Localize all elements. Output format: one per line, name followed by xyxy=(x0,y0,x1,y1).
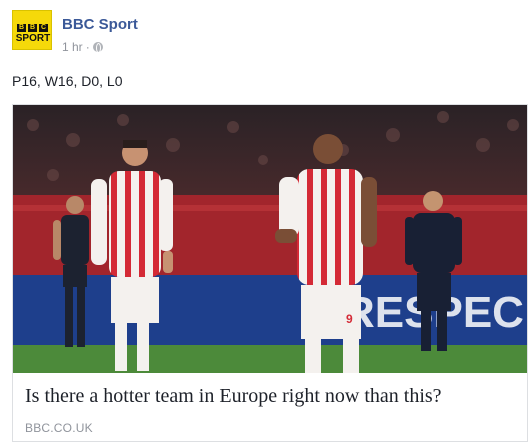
link-preview-image[interactable]: RESPEC 9 xyxy=(13,105,527,373)
football-photo: RESPEC 9 xyxy=(13,105,527,373)
link-preview-title[interactable]: Is there a hotter team in Europe right n… xyxy=(25,385,442,408)
post-header: B B C SPORT BBC Sport 1 hr · xyxy=(12,10,512,62)
post-timestamp[interactable]: 1 hr xyxy=(62,40,83,54)
page-avatar[interactable]: B B C SPORT xyxy=(12,10,52,50)
page-name-link[interactable]: BBC Sport xyxy=(62,16,138,33)
bbc-logo: B B C xyxy=(17,24,48,32)
meta-separator: · xyxy=(85,40,90,54)
bbc-logo-letter: B xyxy=(17,24,26,32)
svg-text:9: 9 xyxy=(346,312,353,326)
bbc-logo-sport-word: SPORT xyxy=(15,33,51,44)
bbc-logo-letter: B xyxy=(28,24,37,32)
bbc-logo-letter: C xyxy=(39,24,48,32)
globe-icon[interactable] xyxy=(92,42,103,53)
link-preview-card[interactable]: RESPEC 9 Is there a hotter team in Europ… xyxy=(12,104,528,442)
link-preview-domain: BBC.CO.UK xyxy=(25,421,93,435)
post-meta: 1 hr · xyxy=(62,40,103,54)
post-message: P16, W16, D0, L0 xyxy=(12,73,123,89)
